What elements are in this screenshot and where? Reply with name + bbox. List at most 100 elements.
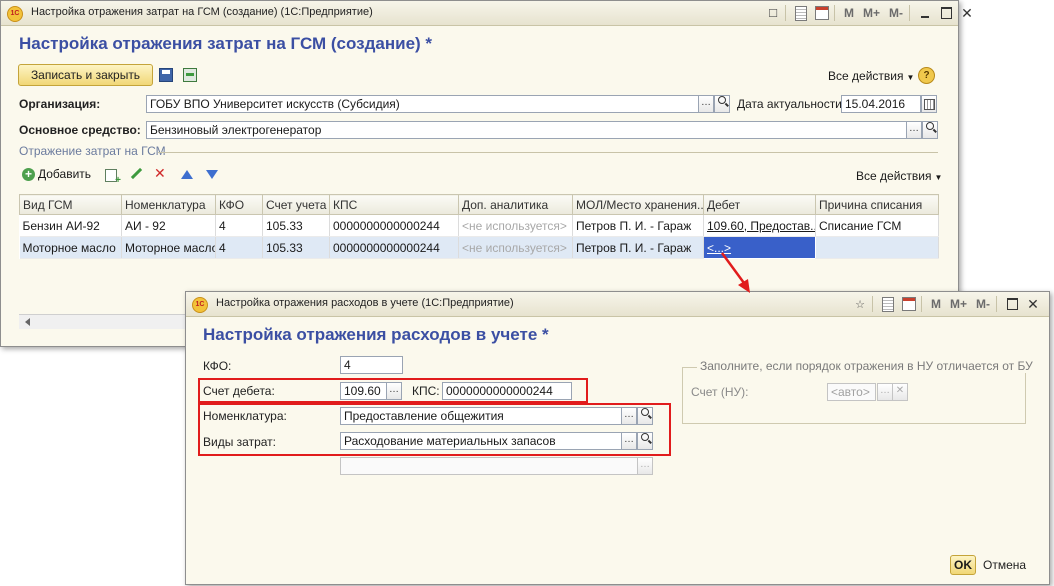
memory-mminus-button[interactable]: M- xyxy=(973,295,993,313)
post-icon[interactable] xyxy=(183,68,197,82)
section-title: Отражение затрат на ГСМ xyxy=(19,144,166,158)
table-cell[interactable]: Моторное масло xyxy=(121,236,216,259)
section-all-actions-menu[interactable]: Все действия ▼ xyxy=(856,169,942,183)
asset-open-button[interactable] xyxy=(922,121,938,139)
save-and-close-button[interactable]: Записать и закрыть xyxy=(18,64,153,86)
dialog-window: 1С Настройка отражения расходов в учете … xyxy=(185,291,1050,585)
nu-group-title: Заполните, если порядок отражения в НУ о… xyxy=(697,359,1036,373)
table-header-row: Вид ГСМ Номенклатура КФО Счет учета КПС … xyxy=(19,194,939,215)
nomenclature-select-button[interactable]: … xyxy=(621,407,637,425)
memory-mminus-button[interactable]: M- xyxy=(886,4,906,22)
save-icon[interactable] xyxy=(159,68,173,82)
column-header[interactable]: Причина списания xyxy=(815,194,939,215)
organization-open-button[interactable] xyxy=(714,95,730,113)
calendar-icon xyxy=(923,99,935,110)
memory-m-button[interactable]: M xyxy=(928,295,944,313)
main-window-title: Настройка отражения затрат на ГСМ (созда… xyxy=(31,6,373,18)
table-cell[interactable]: Петров П. И. - Гараж xyxy=(572,236,704,259)
dialog-titlebar: 1С Настройка отражения расходов в учете … xyxy=(186,292,1049,317)
table-cell-debit-active[interactable]: <...> xyxy=(703,236,816,259)
table-cell[interactable]: Списание ГСМ xyxy=(815,214,939,237)
maximize-button[interactable] xyxy=(937,4,955,22)
cancel-button[interactable]: Отмена xyxy=(983,558,1026,572)
debit-account-select-button[interactable]: … xyxy=(386,382,402,400)
nu-account-clear-button[interactable]: ✕ xyxy=(892,383,908,401)
table-cell[interactable] xyxy=(815,236,939,259)
dialog-page-title: Настройка отражения расходов в учете * xyxy=(203,325,549,344)
minimize-button[interactable] xyxy=(916,4,934,22)
help-icon[interactable]: ? xyxy=(918,67,935,84)
date-field[interactable]: 15.04.2016 xyxy=(841,95,921,113)
search-icon xyxy=(926,122,934,130)
link-icon[interactable]: ☐ xyxy=(764,4,782,22)
table-cell-debit-link[interactable]: 109.60, Предостав... xyxy=(703,214,816,237)
nomenclature-field[interactable]: Предоставление общежития xyxy=(340,407,622,425)
organization-select-button[interactable]: … xyxy=(698,95,714,113)
column-header[interactable]: Доп. аналитика xyxy=(458,194,573,215)
calculator-icon[interactable] xyxy=(792,4,810,22)
asset-select-button[interactable]: … xyxy=(906,121,922,139)
table-row-selected[interactable]: Моторное масло Моторное масло 4 105.33 0… xyxy=(19,236,939,259)
scroll-left-icon[interactable] xyxy=(25,318,30,326)
table-cell[interactable]: <не используется> xyxy=(458,214,573,237)
nu-account-select-button[interactable]: … xyxy=(877,383,893,401)
table-cell[interactable]: АИ - 92 xyxy=(121,214,216,237)
memory-mplus-button[interactable]: M+ xyxy=(860,4,883,22)
date-calendar-button[interactable] xyxy=(921,95,937,113)
column-header[interactable]: КФО xyxy=(215,194,263,215)
edit-icon[interactable] xyxy=(130,167,143,180)
ok-button[interactable]: OK xyxy=(950,555,976,575)
table-cell[interactable]: 105.33 xyxy=(262,214,330,237)
table-row[interactable]: Бензин АИ-92 АИ - 92 4 105.33 0000000000… xyxy=(19,214,939,237)
column-header[interactable]: Дебет xyxy=(703,194,816,215)
nomenclature-label: Номенклатура: xyxy=(203,409,287,423)
main-titlebar: 1С Настройка отражения затрат на ГСМ (со… xyxy=(1,1,973,26)
extra-analytics-field[interactable] xyxy=(340,457,638,475)
maximize-button[interactable] xyxy=(1003,295,1021,313)
close-button[interactable]: ✕ xyxy=(958,4,976,22)
dialog-title-icons: ☆ M M+ M- ✕ xyxy=(848,295,1042,313)
table-cell[interactable]: 4 xyxy=(215,214,263,237)
close-button[interactable]: ✕ xyxy=(1024,295,1042,313)
separator xyxy=(834,5,835,21)
column-header[interactable]: Счет учета xyxy=(262,194,330,215)
calendar-icon[interactable] xyxy=(900,295,918,313)
kps-field[interactable]: 0000000000000244 xyxy=(442,382,572,400)
main-page-title: Настройка отражения затрат на ГСМ (созда… xyxy=(19,34,433,53)
memory-m-button[interactable]: M xyxy=(841,4,857,22)
kfo-field[interactable]: 4 xyxy=(340,356,403,374)
table-cell[interactable]: <не используется> xyxy=(458,236,573,259)
all-actions-menu[interactable]: Все действия ▼ xyxy=(828,69,914,83)
asset-field[interactable]: Бензиновый электрогенератор xyxy=(146,121,907,139)
calculator-icon[interactable] xyxy=(879,295,897,313)
cost-type-open-button[interactable] xyxy=(637,432,653,450)
nu-account-field[interactable]: <авто> xyxy=(827,383,876,401)
column-header[interactable]: КПС xyxy=(329,194,459,215)
nomenclature-open-button[interactable] xyxy=(637,407,653,425)
organization-field[interactable]: ГОБУ ВПО Университет искусств (Субсидия) xyxy=(146,95,700,113)
copy-icon[interactable] xyxy=(105,169,121,186)
favorite-icon[interactable]: ☆ xyxy=(851,295,869,313)
table-cell[interactable]: 4 xyxy=(215,236,263,259)
table-cell[interactable]: Петров П. И. - Гараж xyxy=(572,214,704,237)
add-label: Добавить xyxy=(38,167,92,181)
move-up-icon[interactable] xyxy=(181,170,193,179)
delete-icon[interactable]: ✕ xyxy=(154,165,166,182)
memory-mplus-button[interactable]: M+ xyxy=(947,295,970,313)
separator xyxy=(996,296,998,312)
column-header[interactable]: МОЛ/Место хранения... xyxy=(572,194,704,215)
table-cell[interactable]: 105.33 xyxy=(262,236,330,259)
extra-analytics-select-button[interactable]: … xyxy=(637,457,653,475)
calendar-icon[interactable] xyxy=(813,4,831,22)
table-cell[interactable]: Бензин АИ-92 xyxy=(19,214,122,237)
table-cell[interactable]: Моторное масло xyxy=(19,236,122,259)
move-down-icon[interactable] xyxy=(206,170,218,179)
cost-type-select-button[interactable]: … xyxy=(621,432,637,450)
column-header[interactable]: Вид ГСМ xyxy=(19,194,122,215)
table-cell[interactable]: 0000000000000244 xyxy=(329,236,459,259)
table-cell[interactable]: 0000000000000244 xyxy=(329,214,459,237)
column-header[interactable]: Номенклатура xyxy=(121,194,216,215)
cost-type-field[interactable]: Расходование материальных запасов xyxy=(340,432,622,450)
add-button[interactable]: + Добавить xyxy=(22,167,91,181)
debit-account-field[interactable]: 109.60 xyxy=(340,382,387,400)
